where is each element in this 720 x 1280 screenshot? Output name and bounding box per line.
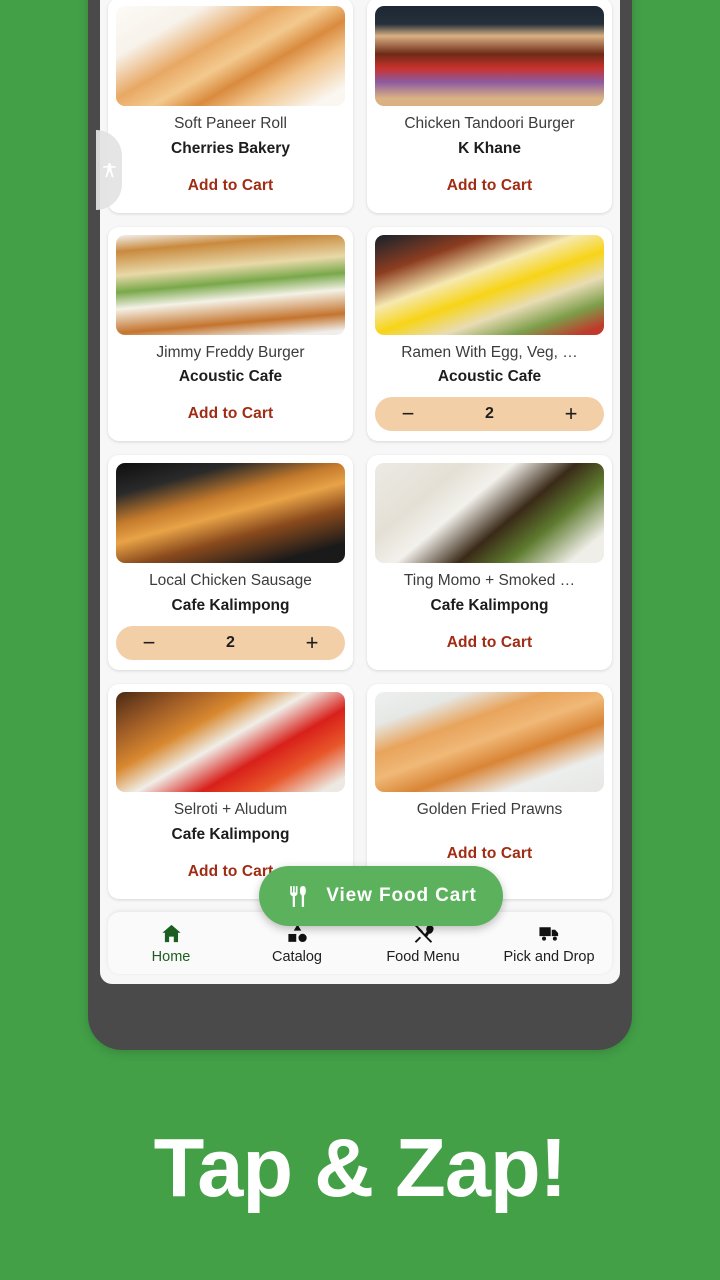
product-title: Ramen With Egg, Veg, … xyxy=(401,343,578,361)
product-title: Chicken Tandoori Burger xyxy=(404,115,575,132)
nav-item-label: Home xyxy=(151,948,191,965)
product-action: Add to Cart xyxy=(375,171,604,201)
add-to-cart-button[interactable]: Add to Cart xyxy=(447,845,532,863)
nav-item-catalog[interactable]: Catalog xyxy=(234,922,360,965)
product-row: Local Chicken Sausage Cafe Kalimpong −2 + Ti… xyxy=(108,455,612,670)
nav-item-label: Pick and Drop xyxy=(503,948,595,965)
product-row: Soft Paneer Roll Cherries Bakery Add to Ca… xyxy=(108,0,612,213)
product-card[interactable]: Chicken Tandoori Burger K Khane Add to Car… xyxy=(367,0,612,213)
tagline-text: Tap & Zap! xyxy=(153,1121,568,1214)
increment-button[interactable]: + xyxy=(299,631,325,654)
product-title: Selroti + Aludum xyxy=(173,800,288,818)
add-to-cart-button[interactable]: Add to Cart xyxy=(188,405,273,423)
view-food-cart-button[interactable]: View Food Cart xyxy=(259,866,503,926)
accessibility-icon xyxy=(102,162,116,177)
product-image xyxy=(116,234,345,335)
product-row: Jimmy Freddy Burger Acoustic Cafe Add to C… xyxy=(108,226,612,442)
product-card[interactable]: Local Chicken Sausage Cafe Kalimpong − 2 + xyxy=(108,455,353,670)
product-title: Jimmy Freddy Burger xyxy=(156,343,305,361)
product-title: Ting Momo + Smoked … xyxy=(403,572,576,590)
product-image xyxy=(375,463,604,564)
nav-item-label: Food Menu xyxy=(386,948,460,965)
product-action: Add to Cart xyxy=(375,628,604,658)
product-vendor: Cherries Bakery xyxy=(171,139,290,157)
product-image xyxy=(116,463,345,564)
view-food-cart-label: View Food Cart xyxy=(326,885,477,906)
product-vendor: Cafe Kalimpong xyxy=(171,825,290,843)
product-card[interactable]: Ramen With Egg, Veg, … Acoustic Cafe − 2 + xyxy=(367,226,612,442)
product-vendor: Cafe Kalimpong xyxy=(430,597,549,615)
product-vendor: Acoustic Cafe xyxy=(178,368,283,386)
product-grid: Soft Paneer Roll Cherries Bakery Add to Ca… xyxy=(100,0,620,913)
product-image xyxy=(375,6,604,106)
quantity-stepper[interactable]: − 2 + xyxy=(116,625,345,660)
add-to-cart-button[interactable]: Add to Cart xyxy=(447,177,532,195)
product-title: Golden Fried Prawns xyxy=(416,800,563,818)
add-to-cart-button[interactable]: Add to Cart xyxy=(447,634,532,652)
add-to-cart-button[interactable]: Add to Cart xyxy=(188,177,273,195)
decrement-button[interactable]: − xyxy=(136,631,162,654)
product-title: Local Chicken Sausage xyxy=(149,572,312,590)
quantity-stepper[interactable]: − 2 + xyxy=(375,397,604,432)
product-action: Add to Cart xyxy=(116,399,345,429)
product-action: − 2 + xyxy=(375,397,604,432)
nav-item-food-menu[interactable]: Food Menu xyxy=(360,922,486,965)
product-image xyxy=(116,6,345,106)
decrement-button[interactable]: − xyxy=(395,403,421,425)
product-card[interactable]: Jimmy Freddy Burger Acoustic Cafe Add to C… xyxy=(108,226,353,442)
quantity-value: 2 xyxy=(226,633,235,651)
phone-screen: Soft Paneer Roll Cherries Bakery Add to Ca… xyxy=(100,0,620,984)
fork-knife-icon xyxy=(290,885,307,907)
home-icon xyxy=(160,922,183,945)
product-card[interactable]: Ting Momo + Smoked … Cafe Kalimpong Add to… xyxy=(367,455,612,670)
product-action: Add to Cart xyxy=(116,171,345,201)
product-vendor: K Khane xyxy=(458,139,521,157)
product-image xyxy=(116,691,345,792)
product-image xyxy=(375,691,604,792)
product-card[interactable]: Soft Paneer Roll Cherries Bakery Add to Ca… xyxy=(108,0,353,213)
product-action: Add to Cart xyxy=(375,839,604,869)
product-image xyxy=(375,234,604,335)
truck-icon xyxy=(538,922,561,945)
add-to-cart-button[interactable]: Add to Cart xyxy=(188,863,273,881)
nav-item-label: Catalog xyxy=(272,948,322,965)
nav-item-pick-and-drop[interactable]: Pick and Drop xyxy=(486,922,612,965)
product-action: − 2 + xyxy=(116,625,345,660)
increment-button[interactable]: + xyxy=(558,403,584,425)
nav-item-home[interactable]: Home xyxy=(108,922,234,965)
product-title: Soft Paneer Roll xyxy=(174,115,287,132)
quantity-value: 2 xyxy=(485,405,494,423)
product-vendor: Cafe Kalimpong xyxy=(171,597,290,615)
product-vendor: Acoustic Cafe xyxy=(437,368,542,386)
